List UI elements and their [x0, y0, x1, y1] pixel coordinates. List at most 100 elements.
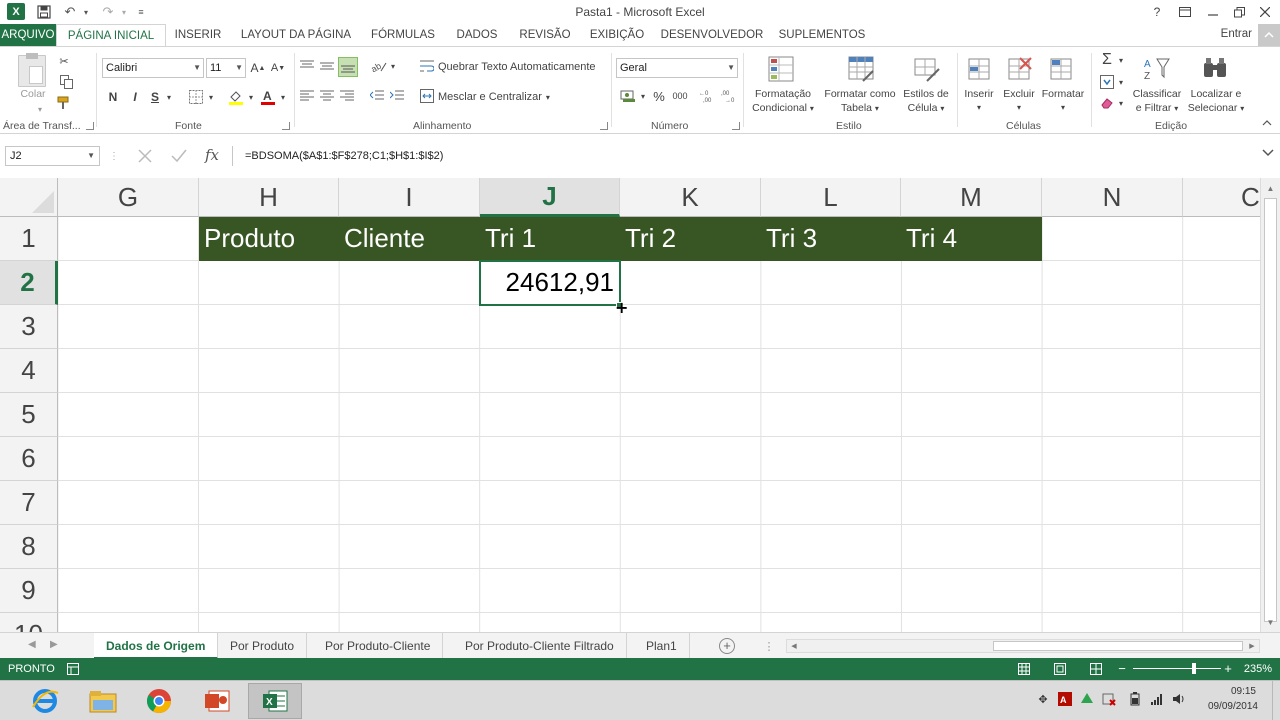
font-name-combo[interactable]: Calibri ▼ — [102, 58, 204, 78]
redo-icon[interactable]: ↷ — [98, 2, 118, 22]
page-break-view-icon[interactable] — [1088, 662, 1104, 676]
scroll-right-icon[interactable]: ▶ — [1247, 641, 1257, 651]
next-sheet-icon[interactable]: ▶ — [50, 639, 58, 650]
column-header-g[interactable]: G — [58, 178, 199, 217]
zoom-slider-thumb[interactable] — [1192, 663, 1196, 674]
row-header-6[interactable]: 6 — [0, 437, 58, 481]
insert-cells-icon[interactable] — [964, 53, 994, 85]
column-header-m[interactable]: M — [901, 178, 1042, 217]
borders-icon[interactable] — [186, 87, 206, 107]
tab-revisao[interactable]: REVISÃO — [514, 24, 576, 46]
tab-layout-da-pagina[interactable]: LAYOUT DA PÁGINA — [236, 24, 356, 46]
undo-dropdown-icon[interactable]: ▾ — [80, 2, 92, 22]
file-explorer-icon[interactable] — [76, 683, 130, 719]
tab-desenvolvedor[interactable]: DESENVOLVEDOR — [660, 24, 764, 46]
merge-center-button[interactable]: Mesclar e Centralizar ▾ — [420, 87, 580, 107]
bold-button[interactable]: N — [104, 87, 122, 107]
format-cells-icon[interactable] — [1046, 53, 1076, 85]
sort-filter-icon[interactable]: AZ — [1142, 53, 1172, 85]
formula-bar-grip-icon[interactable]: ⋮ — [109, 149, 119, 163]
sign-in-link[interactable]: Entrar — [1221, 28, 1252, 40]
increase-font-icon[interactable]: A ▲ — [250, 59, 266, 77]
italic-button[interactable]: I — [126, 87, 144, 107]
insert-function-button[interactable]: fx — [200, 144, 224, 166]
increase-indent-icon[interactable] — [388, 87, 406, 105]
excel-taskbar-icon[interactable]: X — [248, 683, 302, 719]
underline-button[interactable]: S — [146, 87, 164, 107]
format-as-table-label[interactable]: Formatar como Tabela ▾ — [818, 87, 902, 116]
decrease-font-icon[interactable]: A ▼ — [270, 59, 286, 77]
network-config-icon[interactable]: ✥ — [1036, 692, 1050, 706]
sheet-tab-por-produto[interactable]: Por Produto — [218, 633, 308, 659]
security-tray-icon[interactable] — [1102, 692, 1116, 706]
battery-icon[interactable] — [1128, 692, 1142, 706]
zoom-level[interactable]: 235% — [1244, 663, 1272, 675]
zoom-in-button[interactable]: + — [1222, 661, 1234, 676]
horizontal-scrollbar[interactable]: ◀ ▶ — [786, 639, 1260, 653]
clipboard-launcher-icon[interactable] — [86, 122, 94, 130]
column-header-h[interactable]: H — [199, 178, 339, 217]
cell-j1[interactable]: Tri 1 — [480, 217, 620, 261]
expand-formula-bar-icon[interactable] — [1262, 148, 1274, 160]
clock-date[interactable]: 09/09/2014 — [1208, 701, 1258, 712]
delete-cells-label[interactable]: Excluir ▾ — [1000, 87, 1038, 115]
fill-icon[interactable] — [1098, 73, 1116, 91]
align-top-icon[interactable] — [298, 57, 316, 75]
font-size-combo[interactable]: 11 ▼ — [206, 58, 246, 78]
scroll-down-icon[interactable]: ▼ — [1261, 614, 1280, 630]
confirm-entry-icon[interactable] — [168, 146, 190, 166]
row-header-4[interactable]: 4 — [0, 349, 58, 393]
ie-icon[interactable] — [18, 683, 72, 719]
row-header-1[interactable]: 1 — [0, 217, 58, 261]
collapse-ribbon-icon[interactable] — [1260, 117, 1274, 129]
row-header-5[interactable]: 5 — [0, 393, 58, 437]
fill-dropdown-icon[interactable]: ▾ — [1116, 75, 1126, 89]
percent-button[interactable]: % — [650, 87, 668, 105]
column-header-n[interactable]: N — [1042, 178, 1183, 217]
ribbon-scroll-up[interactable] — [1258, 24, 1280, 46]
accounting-dropdown-icon[interactable]: ▾ — [638, 89, 648, 103]
increase-decimal-icon[interactable]: ←0,00 — [698, 87, 718, 105]
tab-formulas[interactable]: FÓRMULAS — [366, 24, 440, 46]
acrobat-tray-icon[interactable]: A — [1058, 692, 1072, 706]
redo-dropdown-icon[interactable]: ▾ — [118, 2, 130, 22]
cell-m1[interactable]: Tri 4 — [901, 217, 1042, 261]
vertical-scroll-thumb[interactable] — [1264, 198, 1277, 622]
paste-label[interactable]: Colar — [16, 87, 50, 101]
column-header-j[interactable]: J — [480, 178, 620, 217]
cell-i1[interactable]: Cliente — [339, 217, 480, 261]
wifi-icon[interactable] — [1150, 692, 1164, 706]
sheet-tab-dados-de-origem[interactable]: Dados de Origem — [94, 633, 219, 659]
align-center-icon[interactable] — [318, 87, 336, 105]
format-painter-icon[interactable] — [56, 95, 72, 111]
autosum-button[interactable]: Σ — [1098, 51, 1116, 69]
recycle-tray-icon[interactable] — [1080, 692, 1094, 706]
align-middle-icon[interactable] — [318, 57, 336, 75]
undo-icon[interactable]: ↶ — [60, 2, 80, 22]
show-desktop-button[interactable] — [1272, 681, 1280, 720]
autosum-dropdown-icon[interactable]: ▾ — [1116, 53, 1126, 67]
cell-j2[interactable]: 24612,91 — [480, 261, 620, 305]
ribbon-display-options-icon[interactable] — [1172, 2, 1198, 22]
column-header-k[interactable]: K — [620, 178, 761, 217]
row-header-10[interactable]: 10 — [0, 613, 58, 632]
minimize-icon[interactable] — [1200, 2, 1226, 22]
restore-icon[interactable] — [1226, 2, 1252, 22]
page-layout-view-icon[interactable] — [1052, 662, 1068, 676]
tab-split-grip-icon[interactable]: ⋮ — [764, 639, 775, 653]
cell-k1[interactable]: Tri 2 — [620, 217, 761, 261]
tab-pagina-inicial[interactable]: PÁGINA INICIAL — [56, 24, 166, 47]
align-left-icon[interactable] — [298, 87, 316, 105]
row-header-7[interactable]: 7 — [0, 481, 58, 525]
clear-icon[interactable] — [1098, 94, 1116, 112]
row-header-9[interactable]: 9 — [0, 569, 58, 613]
fill-dropdown-icon[interactable]: ▾ — [246, 89, 256, 105]
cancel-entry-icon[interactable] — [134, 146, 156, 166]
conditional-formatting-icon[interactable] — [766, 53, 796, 85]
sort-filter-label[interactable]: Classificar e Filtrar ▾ — [1128, 87, 1186, 116]
paste-icon[interactable] — [18, 53, 46, 87]
scroll-up-icon[interactable]: ▲ — [1261, 180, 1280, 196]
save-icon[interactable] — [34, 2, 54, 22]
add-sheet-button[interactable]: + — [719, 638, 735, 654]
column-header-o-partial[interactable]: C — [1183, 178, 1260, 217]
